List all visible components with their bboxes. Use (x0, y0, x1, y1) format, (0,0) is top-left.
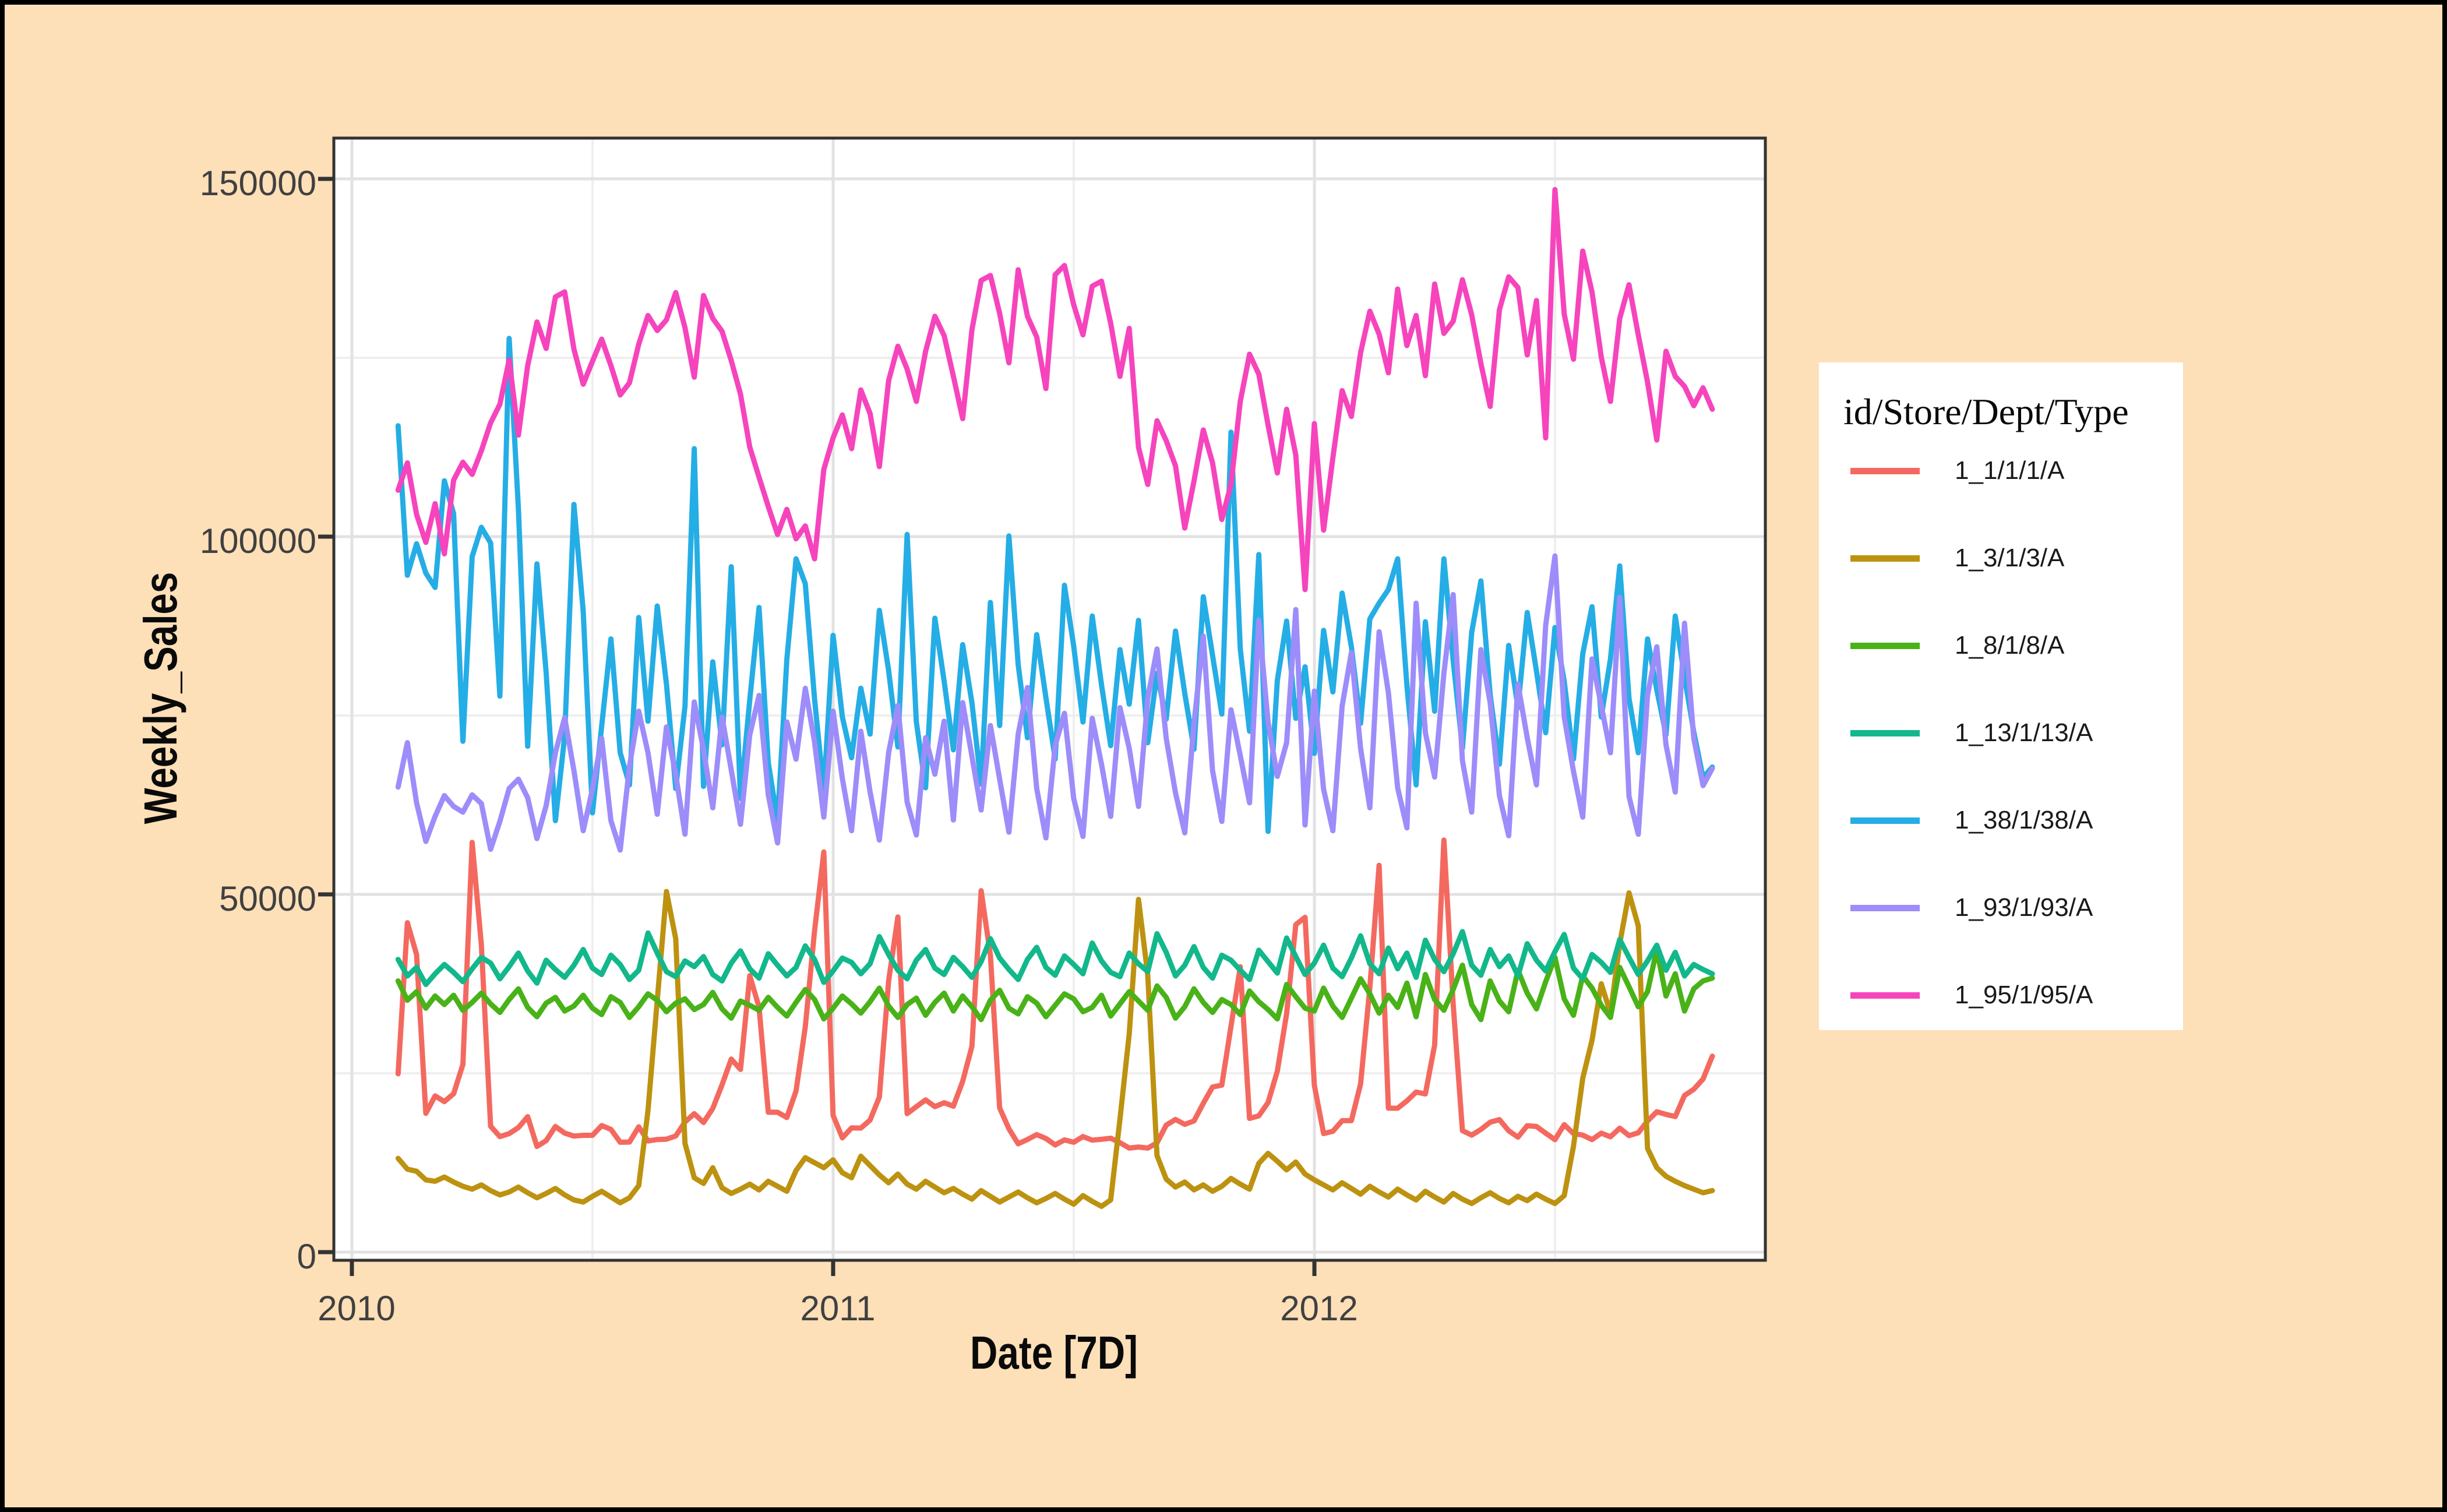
legend-swatch-line-red (1850, 468, 1920, 474)
y-tick-label-150000: 150000 (142, 163, 316, 205)
legend-item-1-1-1-1-A: 1_1/1/1/A (1819, 442, 2183, 500)
legend-item-1-13-1-13-A: 1_13/1/13/A (1819, 704, 2183, 762)
legend-swatch-line-teal (1850, 730, 1920, 736)
legend-label: 1_38/1/38/A (1955, 804, 2093, 837)
x-tick-label-2010: 2010 (318, 1288, 395, 1330)
figure-background: 0 50000 100000 150000 2010 2011 2012 Dat… (5, 5, 2442, 1507)
y-tick-label-0: 0 (142, 1236, 316, 1278)
legend-swatch-line-purple (1850, 905, 1920, 911)
screenshot-frame: 0 50000 100000 150000 2010 2011 2012 Dat… (0, 0, 2447, 1512)
x-tick-label-2011: 2011 (800, 1288, 875, 1330)
y-axis-title: Weekly_Sales (134, 544, 188, 852)
legend-label: 1_95/1/95/A (1955, 979, 2093, 1011)
legend-title: id/Store/Dept/Type (1843, 386, 2158, 438)
x-tick-label-2012: 2012 (1280, 1288, 1358, 1330)
legend-label: 1_8/1/8/A (1955, 629, 2064, 662)
legend-swatch-line-blue (1850, 817, 1920, 824)
legend-label: 1_13/1/13/A (1955, 717, 2093, 749)
legend-swatch-line-green (1850, 643, 1920, 649)
legend-item-1-95-1-95-A: 1_95/1/95/A (1819, 966, 2183, 1024)
y-axis-title-text: Weekly_Sales (134, 572, 188, 824)
legend-swatch-line-magenta (1850, 992, 1920, 999)
x-axis-title-text: Date [7D] (970, 1326, 1138, 1380)
y-tick-label-50000: 50000 (142, 878, 316, 920)
legend-item-1-93-1-93-A: 1_93/1/93/A (1819, 879, 2183, 937)
legend-label: 1_1/1/1/A (1955, 454, 2064, 487)
x-axis-title: Date [7D] (951, 1326, 1156, 1380)
legend-item-1-3-1-3-A: 1_3/1/3/A (1819, 529, 2183, 587)
legend-label: 1_3/1/3/A (1955, 542, 2064, 575)
legend-item-1-38-1-38-A: 1_38/1/38/A (1819, 791, 2183, 850)
legend-swatch-line-gold (1850, 555, 1920, 562)
legend-item-1-8-1-8-A: 1_8/1/8/A (1819, 616, 2183, 675)
legend-label: 1_93/1/93/A (1955, 891, 2093, 924)
legend-box: id/Store/Dept/Type 1_1/1/1/A 1_3/1/3/A 1… (1819, 362, 2183, 1030)
